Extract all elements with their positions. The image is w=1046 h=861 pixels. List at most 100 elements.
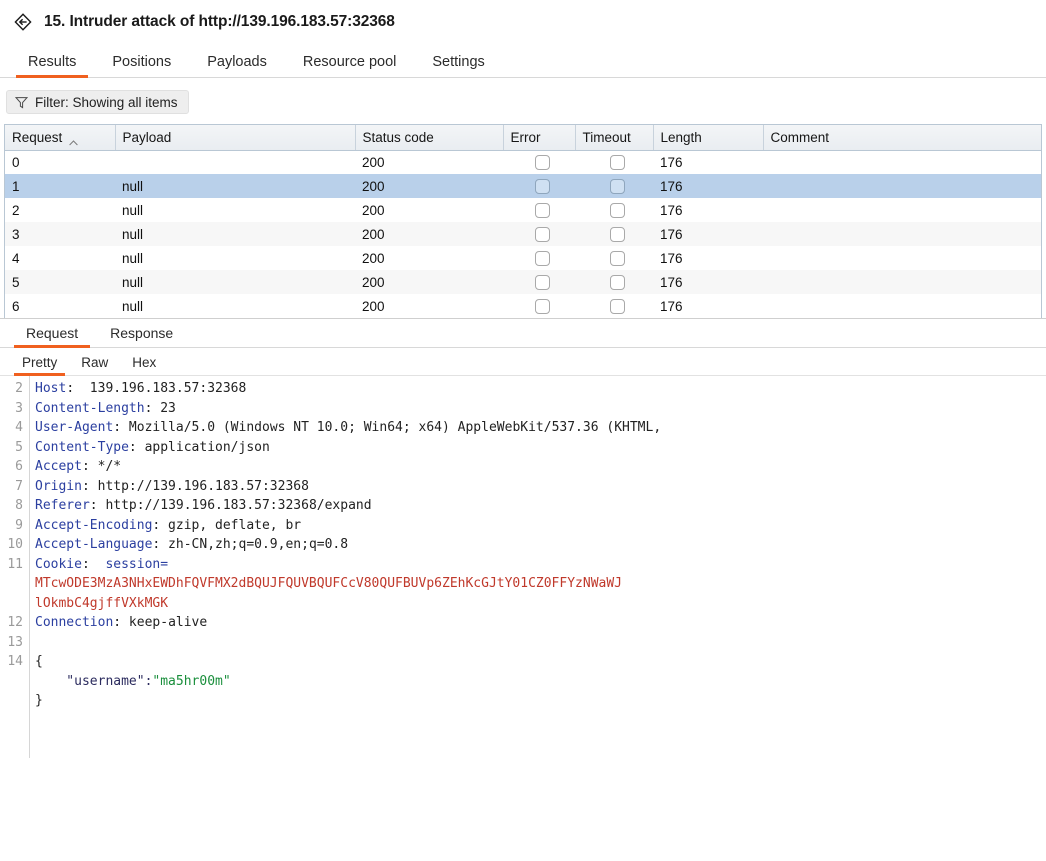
code-segment: { (35, 654, 43, 669)
code-segment: : (81, 556, 106, 572)
tab-payloads[interactable]: Payloads (195, 54, 279, 77)
line-number: 3 (15, 400, 23, 416)
cell-comment (763, 150, 1041, 174)
timeout-checkbox[interactable] (610, 154, 625, 170)
line-content: Accept: */* (29, 457, 121, 477)
request-code-body: 2 Host: 139.196.183.57:32368 3 Content-Leng… (0, 379, 1046, 711)
code-line: } (0, 691, 1046, 711)
line-number: 12 (7, 615, 23, 630)
results-table: Request Payload Status code Error Timeou… (5, 125, 1041, 318)
line-number: 14 (7, 654, 23, 669)
request-message-editor[interactable]: 2 Host: 139.196.183.57:32368 3 Content-Leng… (0, 376, 1046, 758)
view-tab-bar: Pretty Raw Hex (0, 348, 1046, 376)
code-segment: Content-Length (35, 400, 145, 416)
timeout-checkbox[interactable] (610, 202, 625, 218)
line-number: 13 (7, 634, 23, 650)
code-segment: User-Agent (35, 420, 114, 435)
collapse-diamond-icon[interactable] (12, 11, 34, 33)
error-checkbox[interactable] (535, 298, 550, 314)
code-segment: Connection (35, 615, 114, 630)
column-header-timeout[interactable]: Timeout (575, 125, 654, 151)
error-checkbox[interactable] (535, 226, 550, 242)
line-content: lOkmbC4gjffVXkMGK (29, 594, 168, 614)
tab-hex[interactable]: Hex (124, 355, 164, 375)
code-segment: Accept (35, 459, 82, 474)
column-header-request[interactable]: Request (5, 125, 116, 151)
table-row[interactable]: 1 null 200 176 (5, 174, 1041, 198)
cell-payload: null (115, 222, 355, 246)
code-segment: : zh-CN,zh;q=0.9,en;q=0.8 (152, 537, 349, 552)
funnel-icon (14, 96, 29, 109)
cell-payload: null (115, 174, 355, 198)
timeout-checkbox[interactable] (610, 298, 625, 314)
error-checkbox[interactable] (535, 178, 550, 194)
cell-error (503, 246, 575, 270)
code-line: 11 Cookie: session= (0, 555, 1046, 575)
timeout-checkbox[interactable] (610, 250, 625, 266)
cell-error (503, 174, 575, 198)
tab-response[interactable]: Response (98, 325, 185, 347)
timeout-checkbox[interactable] (610, 178, 625, 194)
column-header-label: Status code (362, 129, 434, 145)
filter-bar[interactable]: Filter: Showing all items (6, 90, 189, 114)
message-tab-bar: Request Response (0, 318, 1046, 348)
sort-ascending-icon (69, 134, 79, 146)
timeout-checkbox[interactable] (610, 274, 625, 290)
line-content: Cookie: session= (29, 555, 168, 575)
line-content: Accept-Language: zh-CN,zh;q=0.9,en;q=0.8 (29, 535, 348, 555)
cell-comment (763, 222, 1041, 246)
column-header-error[interactable]: Error (503, 125, 576, 151)
error-checkbox[interactable] (535, 250, 550, 266)
cell-error (503, 222, 575, 246)
code-segment: "username": (35, 673, 153, 689)
timeout-checkbox[interactable] (610, 226, 625, 242)
error-checkbox[interactable] (535, 202, 550, 218)
cell-status-code: 200 (355, 222, 503, 246)
cell-status-code: 200 (355, 174, 503, 198)
tab-positions[interactable]: Positions (100, 54, 183, 77)
line-content: Content-Type: application/json (29, 438, 270, 458)
error-checkbox[interactable] (535, 154, 550, 170)
table-row[interactable]: 2 null 200 176 (5, 198, 1041, 222)
line-number: 5 (15, 439, 23, 455)
cell-request: 1 (5, 174, 115, 198)
cell-comment (763, 246, 1041, 270)
cell-error (503, 270, 575, 294)
code-segment: : application/json (128, 439, 270, 455)
code-segment: : 139.196.183.57:32368 (66, 381, 247, 396)
line-content: MTcwODE3MzA3NHxEWDhFQVFMX2dBQUJFQUVBQUFC… (29, 574, 622, 594)
error-checkbox[interactable] (535, 274, 550, 290)
cell-request: 2 (5, 198, 115, 222)
tab-results[interactable]: Results (16, 54, 89, 78)
cell-timeout (575, 150, 653, 174)
line-content: { (29, 652, 43, 672)
column-header-label: Request (12, 129, 63, 145)
code-line: MTcwODE3MzA3NHxEWDhFQVFMX2dBQUJFQUVBQUFC… (0, 574, 1046, 594)
line-content: Content-Length: 23 (29, 399, 176, 419)
tab-label: Settings (432, 54, 485, 70)
cell-timeout (575, 198, 653, 222)
tab-label: Payloads (207, 54, 267, 70)
cell-length: 176 (653, 150, 763, 174)
tab-request[interactable]: Request (14, 325, 91, 348)
tab-pretty[interactable]: Pretty (14, 355, 66, 376)
table-row[interactable]: 4 null 200 176 (5, 246, 1041, 270)
cell-length: 176 (653, 198, 763, 222)
cell-timeout (575, 294, 653, 318)
code-segment: MTcwODE3MzA3NHxEWDhFQVFMX2dBQUJFQUVBQUFC… (35, 576, 622, 591)
code-segment: Accept-Encoding (35, 517, 153, 533)
column-header-length[interactable]: Length (653, 125, 764, 151)
table-row[interactable]: 6 null 200 176 (5, 294, 1041, 318)
tab-resource-pool[interactable]: Resource pool (291, 54, 409, 77)
table-header-row: Request Payload Status code Error Timeou… (5, 125, 1041, 151)
column-header-comment[interactable]: Comment (763, 125, 1041, 151)
column-header-status-code[interactable]: Status code (355, 125, 504, 151)
code-segment: : http://139.196.183.57:32368 (81, 478, 309, 494)
cell-length: 176 (653, 246, 763, 270)
column-header-payload[interactable]: Payload (115, 125, 356, 151)
tab-settings[interactable]: Settings (420, 54, 496, 77)
tab-raw[interactable]: Raw (73, 355, 116, 375)
table-row[interactable]: 3 null 200 176 (5, 222, 1041, 246)
table-row[interactable]: 0 200 176 (5, 150, 1041, 174)
table-row[interactable]: 5 null 200 176 (5, 270, 1041, 294)
